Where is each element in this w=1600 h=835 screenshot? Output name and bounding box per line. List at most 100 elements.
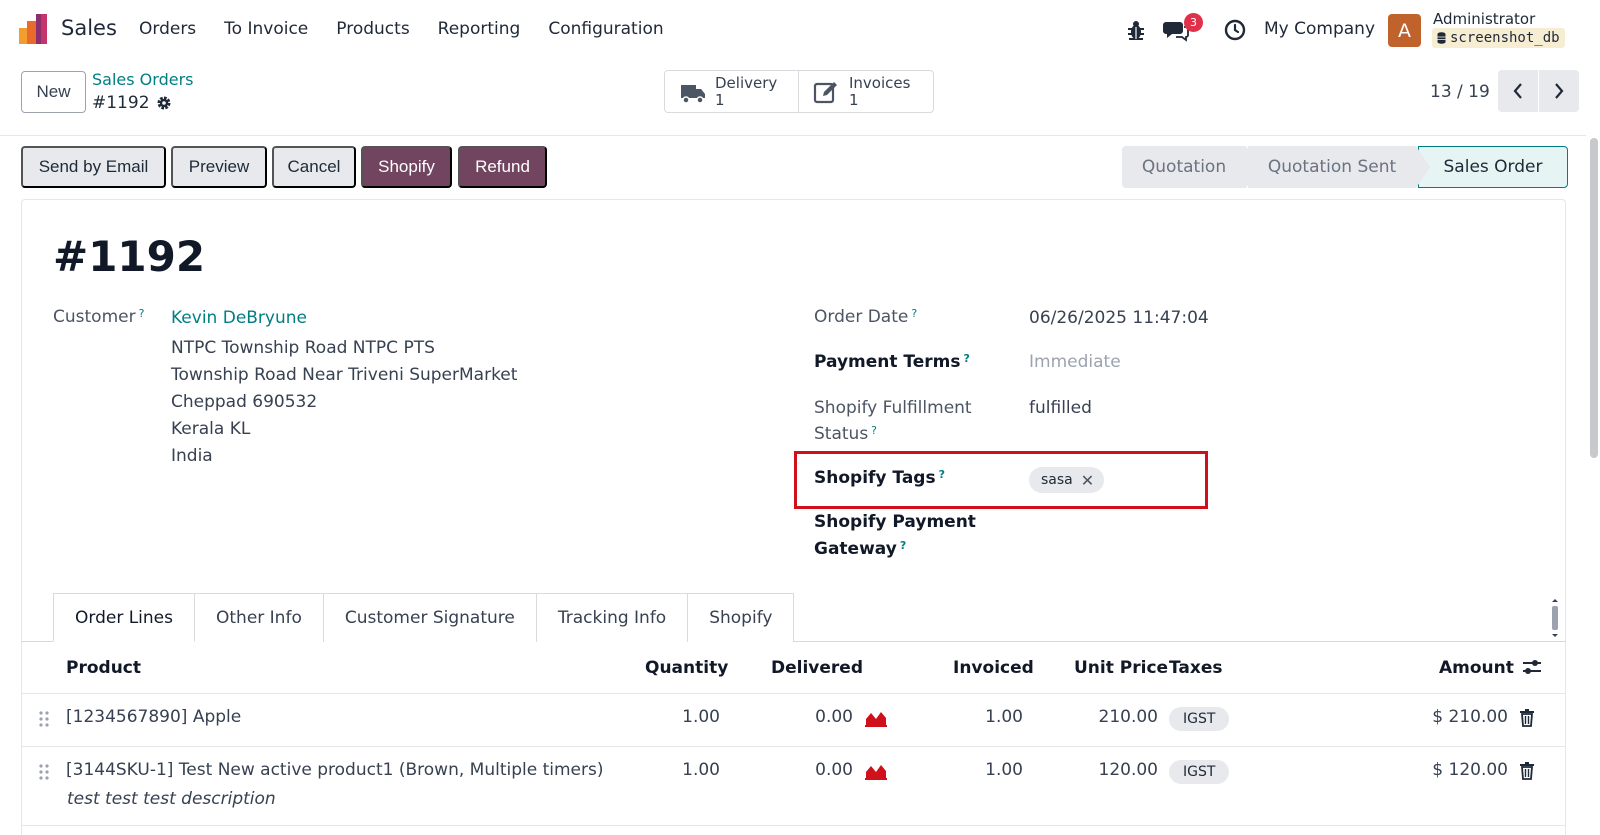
help-icon[interactable]: ?: [964, 352, 970, 365]
pager-next-button[interactable]: [1539, 70, 1579, 112]
order-date-label: Order Date?: [814, 307, 917, 327]
row-2-unit-price[interactable]: 120.00: [1068, 760, 1158, 780]
clock-icon[interactable]: [1224, 19, 1246, 41]
breadcrumb-sales-orders[interactable]: Sales Orders: [92, 70, 193, 89]
help-icon[interactable]: ?: [939, 468, 945, 481]
shopify-button[interactable]: Shopify: [361, 146, 452, 188]
refund-button[interactable]: Refund: [458, 146, 547, 188]
avatar[interactable]: A: [1388, 14, 1421, 47]
column-amount[interactable]: Amount: [1439, 658, 1514, 678]
chat-badge: 3: [1184, 13, 1203, 32]
record-reference: #1192: [92, 93, 172, 113]
column-taxes[interactable]: Taxes: [1169, 658, 1223, 678]
order-date-value[interactable]: 06/26/2025 11:47:04: [1029, 308, 1209, 328]
new-button[interactable]: New: [21, 71, 86, 113]
column-product[interactable]: Product: [66, 658, 141, 678]
tab-order-lines[interactable]: Order Lines: [53, 593, 195, 642]
payment-terms-label-text: Payment Terms: [814, 352, 961, 372]
column-quantity[interactable]: Quantity: [645, 658, 728, 678]
payment-terms-value[interactable]: Immediate: [1029, 352, 1121, 372]
row-1-unit-price[interactable]: 210.00: [1068, 707, 1158, 727]
table-header-divider: [21, 693, 1566, 694]
column-delivered[interactable]: Delivered: [771, 658, 863, 678]
app-name[interactable]: Sales: [61, 16, 117, 40]
gear-icon[interactable]: [156, 95, 172, 111]
row-2-amount: $ 120.00: [1432, 760, 1508, 780]
drag-handle-icon[interactable]: [38, 763, 50, 781]
row-2-tax-badge[interactable]: IGST: [1169, 760, 1230, 784]
tab-customer-signature[interactable]: Customer Signature: [322, 593, 537, 642]
stage-quotation-sent[interactable]: Quotation Sent: [1248, 146, 1430, 188]
invoices-count: 1: [849, 90, 859, 109]
fulfillment-status-label-line2: Status?: [814, 424, 877, 444]
fulfillment-status-value[interactable]: fulfilled: [1029, 398, 1092, 418]
chevron-left-icon: [1513, 83, 1522, 99]
address-line: NTPC Township Road NTPC PTS: [171, 338, 435, 358]
tab-tracking-info[interactable]: Tracking Info: [535, 593, 689, 642]
pager-value[interactable]: 13 / 19: [1430, 82, 1490, 102]
shopify-tags-label: Shopify Tags?: [814, 468, 945, 488]
order-title: #1192: [53, 232, 206, 281]
tab-shopify[interactable]: Shopify: [687, 593, 795, 642]
fulfillment-status-label-text: Status: [814, 424, 869, 444]
company-switcher[interactable]: My Company: [1264, 19, 1375, 39]
record-name: #1192: [92, 93, 150, 113]
cancel-button[interactable]: Cancel: [272, 146, 356, 188]
help-icon[interactable]: ?: [871, 424, 877, 437]
bug-icon[interactable]: [1126, 19, 1146, 41]
address-line: Township Road Near Triveni SuperMarket: [171, 365, 518, 385]
tab-other-info[interactable]: Other Info: [194, 593, 324, 642]
help-icon[interactable]: ?: [139, 307, 145, 320]
row-1-tax-badge[interactable]: IGST: [1169, 707, 1230, 731]
form-sheet: [21, 199, 1566, 835]
trash-icon[interactable]: [1519, 709, 1535, 727]
drag-handle-icon[interactable]: [38, 710, 50, 728]
column-invoiced[interactable]: Invoiced: [953, 658, 1034, 678]
customer-name-link[interactable]: Kevin DeBryune: [171, 308, 307, 328]
address-line: Cheppad 690532: [171, 392, 318, 412]
row-2-description: test test test description: [67, 789, 276, 809]
stage-arrow: [1246, 146, 1260, 188]
top-navbar: Sales Orders To Invoice Products Reporti…: [0, 0, 1600, 60]
stage-sales-order[interactable]: Sales Order: [1418, 146, 1568, 188]
row-1-quantity[interactable]: 1.00: [640, 707, 720, 727]
trash-icon[interactable]: [1519, 762, 1535, 780]
sales-app-icon[interactable]: [19, 14, 49, 44]
invoices-smart-button[interactable]: Invoices 1: [798, 70, 934, 113]
forecast-chart-icon[interactable]: [865, 762, 887, 780]
help-icon[interactable]: ?: [911, 307, 917, 320]
help-icon[interactable]: ?: [900, 539, 906, 552]
delivery-smart-button[interactable]: Delivery 1: [664, 70, 799, 113]
menu-orders[interactable]: Orders: [139, 19, 196, 39]
invoices-label: Invoices: [849, 73, 911, 92]
column-settings-icon[interactable]: [1521, 657, 1543, 677]
row-1-amount: $ 210.00: [1432, 707, 1508, 727]
row-divider: [21, 746, 1566, 747]
user-name[interactable]: Administrator: [1433, 10, 1535, 28]
forecast-chart-icon[interactable]: [865, 709, 887, 727]
menu-products[interactable]: Products: [336, 19, 409, 39]
pager-previous-button[interactable]: [1498, 70, 1538, 112]
row-divider: [21, 825, 1566, 826]
control-panel-divider: [0, 135, 1586, 136]
shopify-tag[interactable]: sasa ✕: [1029, 467, 1105, 493]
row-2-product[interactable]: [3144SKU-1] Test New active product1 (Br…: [66, 760, 603, 780]
menu-to-invoice[interactable]: To Invoice: [224, 19, 308, 39]
column-unit-price[interactable]: Unit Price: [1074, 658, 1168, 678]
row-2-invoiced: 1.00: [985, 760, 1023, 780]
stage-quotation[interactable]: Quotation: [1122, 146, 1260, 188]
database-name: screenshot_db: [1450, 30, 1560, 46]
row-2-quantity[interactable]: 1.00: [640, 760, 720, 780]
menu-reporting[interactable]: Reporting: [438, 19, 521, 39]
stage-quotation-label: Quotation: [1141, 157, 1227, 177]
payment-gateway-label-text: Gateway: [814, 539, 897, 559]
chevron-right-icon: [1555, 83, 1564, 99]
stage-arrow: [1416, 146, 1430, 188]
send-by-email-button[interactable]: Send by Email: [21, 146, 166, 188]
preview-button[interactable]: Preview: [171, 146, 267, 188]
close-icon[interactable]: ✕: [1081, 471, 1094, 490]
page-scrollbar[interactable]: [1590, 138, 1598, 458]
row-1-product[interactable]: [1234567890] Apple: [66, 707, 241, 727]
menu-configuration[interactable]: Configuration: [548, 19, 663, 39]
tabs-scrollbar[interactable]: [1550, 598, 1560, 638]
